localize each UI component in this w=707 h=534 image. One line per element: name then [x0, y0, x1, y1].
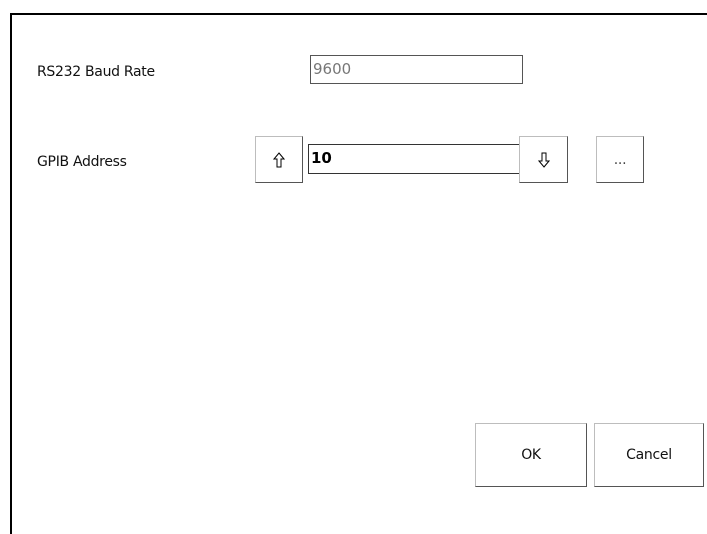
arrow-down-icon	[537, 152, 550, 168]
cancel-button[interactable]: Cancel	[594, 423, 704, 487]
gpib-address-label: GPIB Address	[37, 154, 127, 170]
decrement-button[interactable]	[519, 136, 568, 183]
gpib-address-input[interactable]: 10	[308, 144, 523, 174]
baud-rate-label: RS232 Baud Rate	[37, 64, 155, 80]
increment-button[interactable]	[255, 136, 303, 183]
baud-rate-field: 9600	[310, 55, 523, 84]
browse-button[interactable]: ...	[596, 136, 644, 183]
ok-button[interactable]: OK	[475, 423, 587, 487]
arrow-up-icon	[273, 151, 285, 168]
settings-dialog: RS232 Baud Rate 9600 GPIB Address 10 ...…	[10, 13, 707, 534]
